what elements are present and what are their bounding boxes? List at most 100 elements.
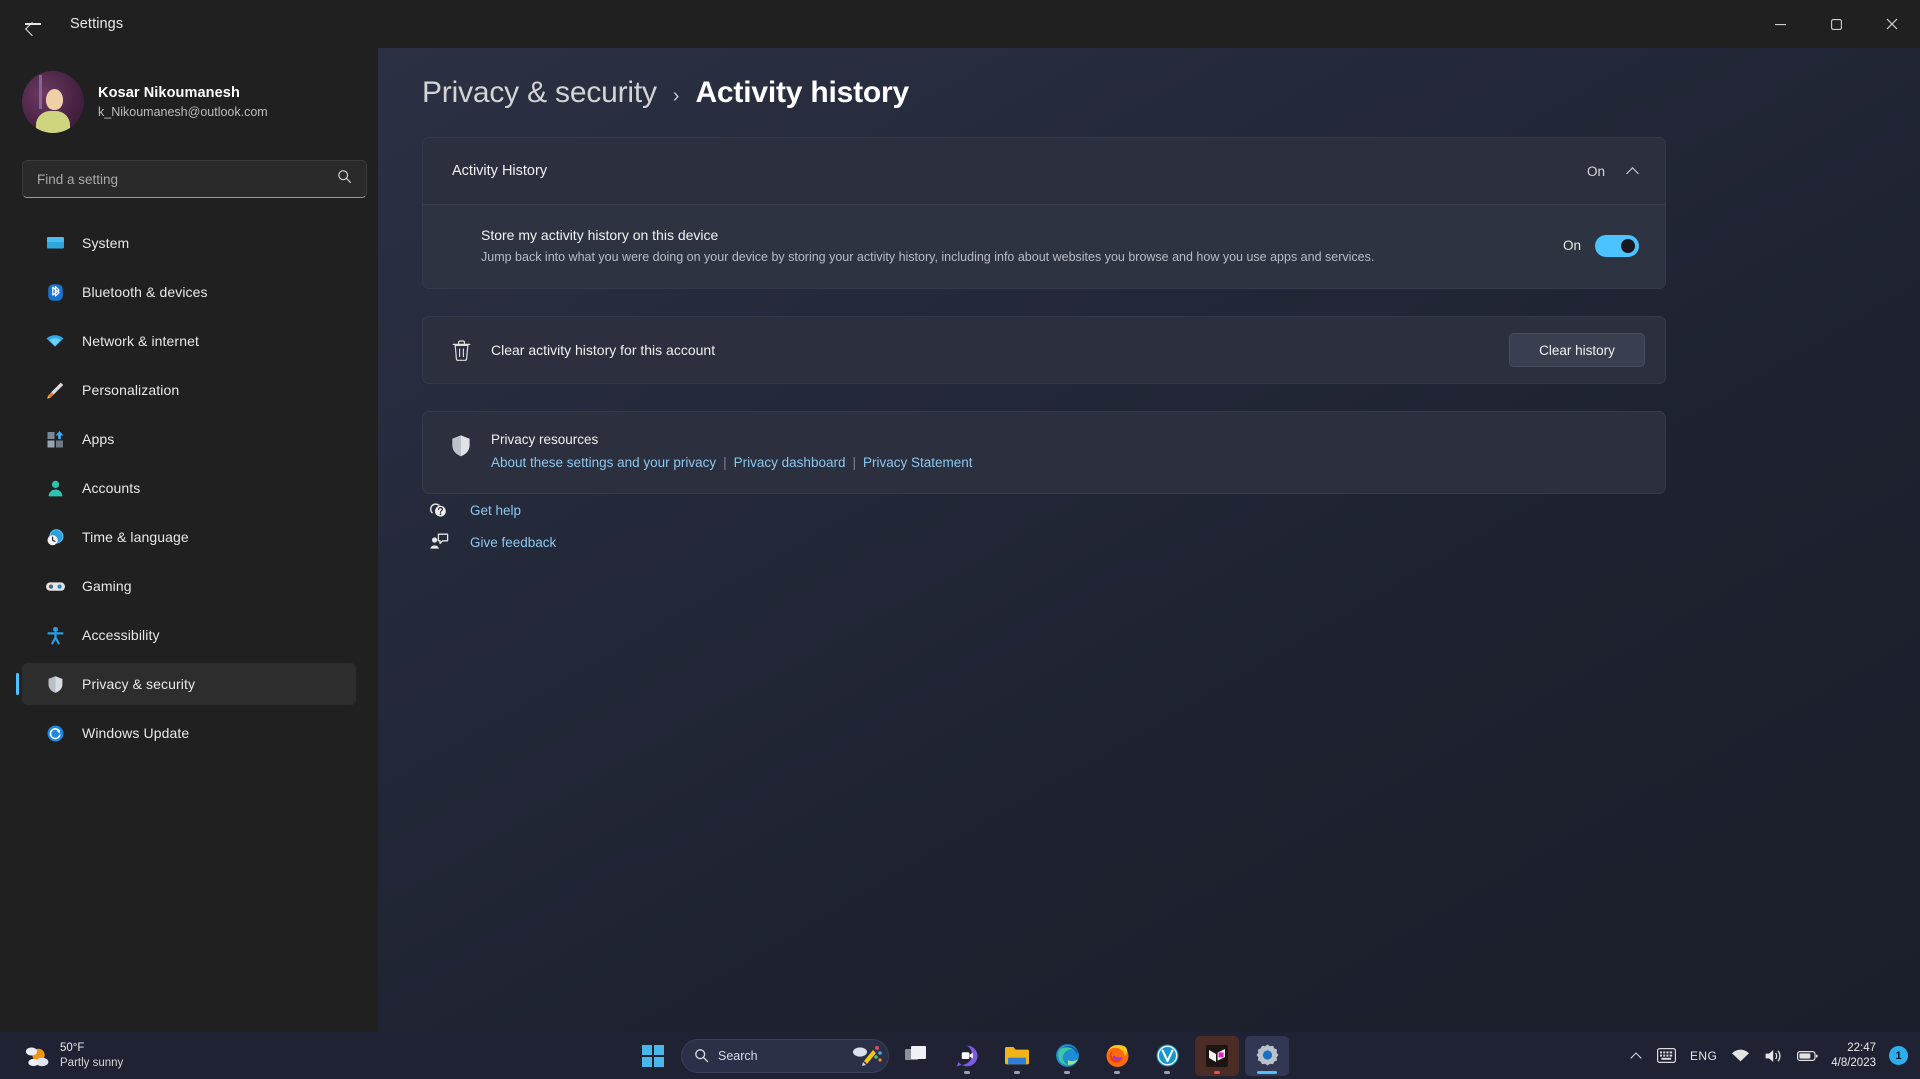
weather-temperature: 50°F <box>60 1041 85 1054</box>
sidebar-item-label: Apps <box>82 431 115 447</box>
account-name: Kosar Nikoumanesh <box>98 85 240 101</box>
sidebar-item-bluetooth-devices[interactable]: Bluetooth & devices <box>22 271 356 313</box>
activity-history-expander-header[interactable]: Activity History On <box>423 138 1665 204</box>
account-email: k_Nikoumanesh@outlook.com <box>98 105 268 119</box>
taskbar: 50°F Partly sunny Search ENG 22:47 4/8/2… <box>0 1032 1920 1079</box>
chat-button[interactable] <box>945 1036 989 1076</box>
sidebar-item-label: Accounts <box>82 480 141 496</box>
settings-button[interactable] <box>1245 1035 1289 1076</box>
search-box[interactable] <box>22 160 367 198</box>
chevron-up-icon <box>1631 1050 1643 1062</box>
link-privacy-dashboard[interactable]: Privacy dashboard <box>734 455 846 470</box>
person-icon <box>44 477 66 499</box>
clear-history-button[interactable]: Clear history <box>1509 333 1645 367</box>
language-indicator[interactable]: ENG <box>1683 1039 1724 1073</box>
partly-sunny-icon <box>22 1041 52 1071</box>
clear-history-card: Clear activity history for this account … <box>422 316 1666 384</box>
breadcrumb: Privacy & security › Activity history <box>422 76 1920 110</box>
sidebar: Kosar Nikoumanesh k_Nikoumanesh@outlook.… <box>0 48 378 1032</box>
battery-button[interactable] <box>1790 1039 1825 1073</box>
start-button[interactable] <box>631 1036 675 1076</box>
weather-condition: Partly sunny <box>60 1056 124 1069</box>
search-icon <box>337 169 352 189</box>
window-controls <box>1752 0 1920 48</box>
shield-icon <box>447 434 475 458</box>
privacy-resources-links: About these settings and your privacy | Pr… <box>491 453 973 473</box>
network-button[interactable] <box>1724 1039 1757 1073</box>
give-feedback-label: Give feedback <box>470 534 557 550</box>
sidebar-item-label: Bluetooth & devices <box>82 284 208 300</box>
clock-globe-icon <box>44 526 66 548</box>
give-feedback-link[interactable]: Give feedback <box>426 526 1920 558</box>
settings-window: Settings Kosar Nikoumanesh k_Nikoumanesh… <box>0 0 1920 1079</box>
taskbar-search[interactable]: Search <box>681 1038 889 1076</box>
tray-overflow-button[interactable] <box>1624 1039 1650 1073</box>
sidebar-item-apps[interactable]: Apps <box>22 418 356 460</box>
wifi-icon <box>44 330 66 352</box>
sidebar-item-time-language[interactable]: Time & language <box>22 516 356 558</box>
clear-history-label: Clear activity history for this account <box>491 342 716 358</box>
sidebar-item-label: Network & internet <box>82 333 199 349</box>
sidebar-item-label: Time & language <box>82 529 189 545</box>
touch-keyboard-button[interactable] <box>1650 1039 1683 1073</box>
sidebar-nav: System Bluetooth & devices Network & int… <box>0 222 378 754</box>
sidebar-item-personalization[interactable]: Personalization <box>22 369 356 411</box>
taskbar-search-placeholder: Search <box>718 1048 758 1063</box>
store-activity-row: Store my activity history on this device… <box>423 204 1665 288</box>
clear-history-row: Clear activity history for this account … <box>423 317 1665 383</box>
minimize-button[interactable] <box>1752 0 1808 48</box>
main-content: Privacy & security › Activity history Ac… <box>378 48 1920 1032</box>
store-activity-title: Store my activity history on this device <box>481 227 719 243</box>
notification-badge[interactable]: 1 <box>1889 1046 1908 1065</box>
store-activity-description: Jump back into what you were doing on yo… <box>481 250 1375 264</box>
system-tray: ENG 22:47 4/8/2023 1 <box>1624 1032 1920 1079</box>
firefox-button[interactable] <box>1095 1036 1139 1076</box>
sidebar-item-label: Gaming <box>82 578 132 594</box>
clock-time: 22:47 <box>1847 1041 1876 1054</box>
sidebar-item-windows-update[interactable]: Windows Update <box>22 712 356 754</box>
breadcrumb-parent[interactable]: Privacy & security <box>422 76 657 110</box>
link-about-these-settings[interactable]: About these settings and your privacy <box>491 455 716 470</box>
help-icon <box>426 500 452 520</box>
vidyo-button[interactable] <box>1145 1036 1189 1076</box>
volume-button[interactable] <box>1757 1039 1790 1073</box>
search-input[interactable] <box>23 171 337 187</box>
page-title: Activity history <box>695 76 909 109</box>
accessibility-icon <box>44 624 66 646</box>
sidebar-item-accessibility[interactable]: Accessibility <box>22 614 356 656</box>
privacy-resources-card: Privacy resources About these settings a… <box>422 411 1666 494</box>
title-bar: Settings <box>0 0 1920 48</box>
sidebar-item-system[interactable]: System <box>22 222 356 264</box>
maximize-restore-button[interactable] <box>1808 0 1864 48</box>
link-privacy-statement[interactable]: Privacy Statement <box>863 455 973 470</box>
get-help-label: Get help <box>470 502 522 518</box>
sidebar-item-label: Accessibility <box>82 627 160 643</box>
taskview-button[interactable] <box>895 1036 939 1076</box>
sidebar-item-accounts[interactable]: Accounts <box>22 467 356 509</box>
sidebar-item-label: Personalization <box>82 382 180 398</box>
clock[interactable]: 22:47 4/8/2023 <box>1825 1041 1884 1071</box>
close-button[interactable] <box>1864 0 1920 48</box>
edge-button[interactable] <box>1045 1036 1089 1076</box>
language-label: ENG <box>1690 1048 1718 1063</box>
update-icon <box>44 722 66 744</box>
breadcrumb-separator-icon: › <box>672 85 680 107</box>
sidebar-item-network-internet[interactable]: Network & internet <box>22 320 356 362</box>
chevron-up-icon[interactable] <box>1627 165 1639 177</box>
store-activity-toggle[interactable] <box>1595 234 1639 257</box>
search-highlights-icon <box>852 1043 882 1076</box>
activity-history-state: On <box>1586 163 1605 179</box>
dark-app-button[interactable] <box>1195 1035 1239 1076</box>
sidebar-item-privacy-security[interactable]: Privacy & security <box>16 663 356 705</box>
activity-history-card: Activity History On Store my activity hi… <box>422 137 1666 289</box>
link-separator: | <box>852 455 856 470</box>
account-block[interactable]: Kosar Nikoumanesh k_Nikoumanesh@outlook.… <box>22 71 378 133</box>
weather-widget[interactable]: 50°F Partly sunny <box>14 1038 131 1074</box>
search-icon <box>695 1049 709 1063</box>
file-explorer-button[interactable] <box>995 1036 1039 1076</box>
sidebar-item-gaming[interactable]: Gaming <box>22 565 356 607</box>
back-button[interactable] <box>12 7 54 41</box>
activity-history-title: Activity History <box>452 163 548 179</box>
get-help-link[interactable]: Get help <box>426 494 1920 526</box>
window-title: Settings <box>70 16 124 32</box>
